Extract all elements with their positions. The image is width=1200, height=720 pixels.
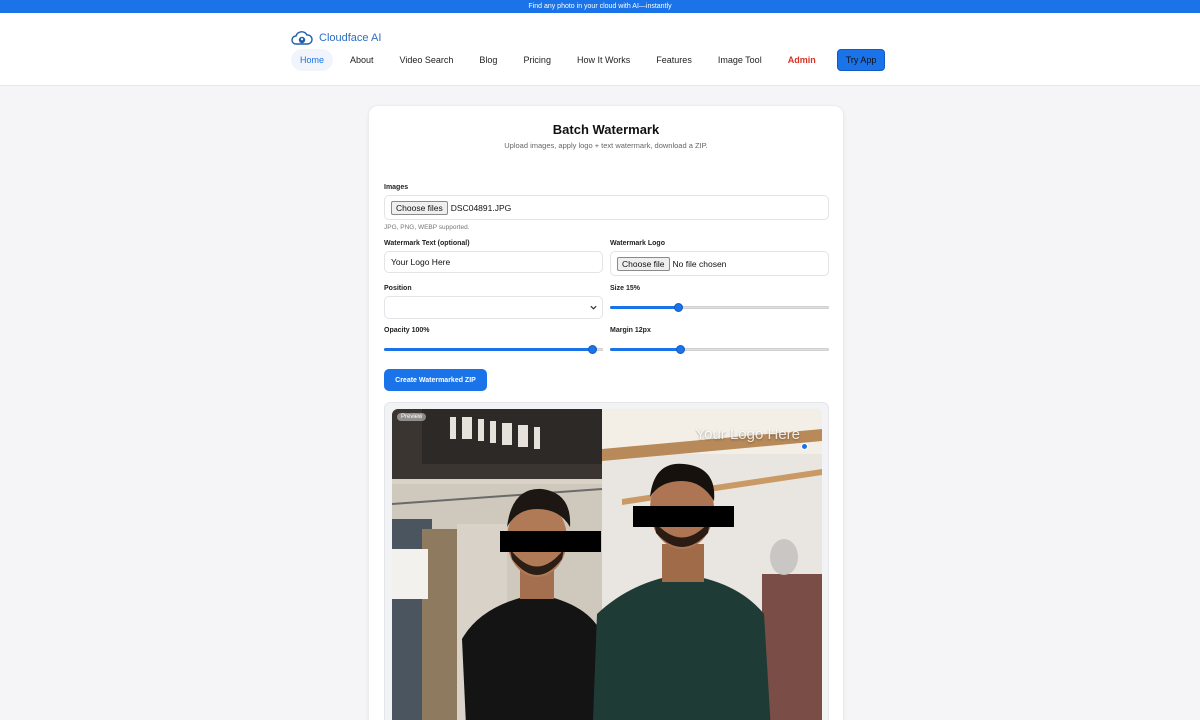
watermark-text-field[interactable] — [384, 251, 603, 273]
nav-blog[interactable]: Blog — [470, 49, 506, 71]
size-label: Size 15% — [610, 285, 640, 292]
preview-badge: Preview — [397, 413, 427, 421]
size-slider-thumb[interactable] — [673, 303, 683, 312]
nav-features[interactable]: Features — [647, 49, 701, 71]
images-hint: JPG, PNG, WEBP supported. — [384, 224, 470, 231]
watermark-overlay-text: Your Logo Here — [695, 426, 800, 443]
watermark-drag-handle[interactable] — [801, 443, 808, 450]
opacity-slider-fill — [384, 348, 593, 351]
margin-slider[interactable] — [610, 344, 829, 354]
brand[interactable]: Cloudface AI — [291, 30, 381, 46]
position-select[interactable] — [384, 296, 603, 319]
opacity-label: Opacity 100% — [384, 327, 430, 334]
watermark-text-input[interactable] — [391, 257, 596, 267]
announcement-bar: Find any photo in your cloud with AI—ins… — [0, 0, 1200, 13]
nav-about[interactable]: About — [341, 49, 383, 71]
watermark-logo-file-input[interactable]: Choose file No file chosen — [610, 251, 829, 276]
try-app-button[interactable]: Try App — [836, 49, 886, 71]
brand-name: Cloudface AI — [319, 32, 382, 44]
cloud-logo-icon — [291, 31, 313, 45]
preview-panel: Preview Your Logo Here — [384, 402, 829, 720]
card-title: Batch Watermark — [552, 122, 660, 137]
main-nav: Home About Video Search Blog Pricing How… — [291, 49, 886, 71]
margin-slider-fill — [610, 348, 681, 351]
opacity-slider-thumb[interactable] — [588, 345, 598, 354]
margin-slider-thumb[interactable] — [676, 345, 686, 354]
images-label: Images — [384, 184, 409, 191]
position-label: Position — [384, 285, 412, 292]
opacity-slider[interactable] — [384, 344, 603, 354]
card-subtitle: Upload images, apply logo + text waterma… — [504, 141, 708, 150]
preview-image: Preview Your Logo Here — [392, 409, 822, 720]
create-zip-button[interactable]: Create Watermarked ZIP — [384, 369, 487, 391]
batch-watermark-card: Batch Watermark Upload images, apply log… — [368, 105, 844, 720]
nav-admin[interactable]: Admin — [779, 49, 825, 71]
nav-video-search[interactable]: Video Search — [391, 49, 463, 71]
images-file-name: DSC04891.JPG — [450, 202, 512, 213]
margin-label: Margin 12px — [610, 327, 651, 334]
nav-image-tool[interactable]: Image Tool — [709, 49, 771, 71]
nav-pricing[interactable]: Pricing — [514, 49, 560, 71]
site-header: Cloudface AI Home About Video Search Blo… — [0, 13, 1200, 86]
size-slider[interactable] — [610, 302, 829, 312]
images-file-input[interactable]: Choose files DSC04891.JPG — [384, 195, 829, 220]
watermark-logo-label: Watermark Logo — [610, 240, 665, 247]
preview-photo — [392, 409, 822, 720]
size-slider-fill — [610, 306, 678, 309]
choose-logo-button[interactable]: Choose file — [617, 256, 670, 271]
chevron-down-icon — [590, 305, 597, 310]
nav-how-it-works[interactable]: How It Works — [568, 49, 639, 71]
watermark-text-label: Watermark Text (optional) — [384, 240, 470, 247]
nav-home[interactable]: Home — [291, 49, 334, 71]
logo-file-name: No file chosen — [672, 258, 727, 269]
choose-files-button[interactable]: Choose files — [391, 200, 448, 215]
